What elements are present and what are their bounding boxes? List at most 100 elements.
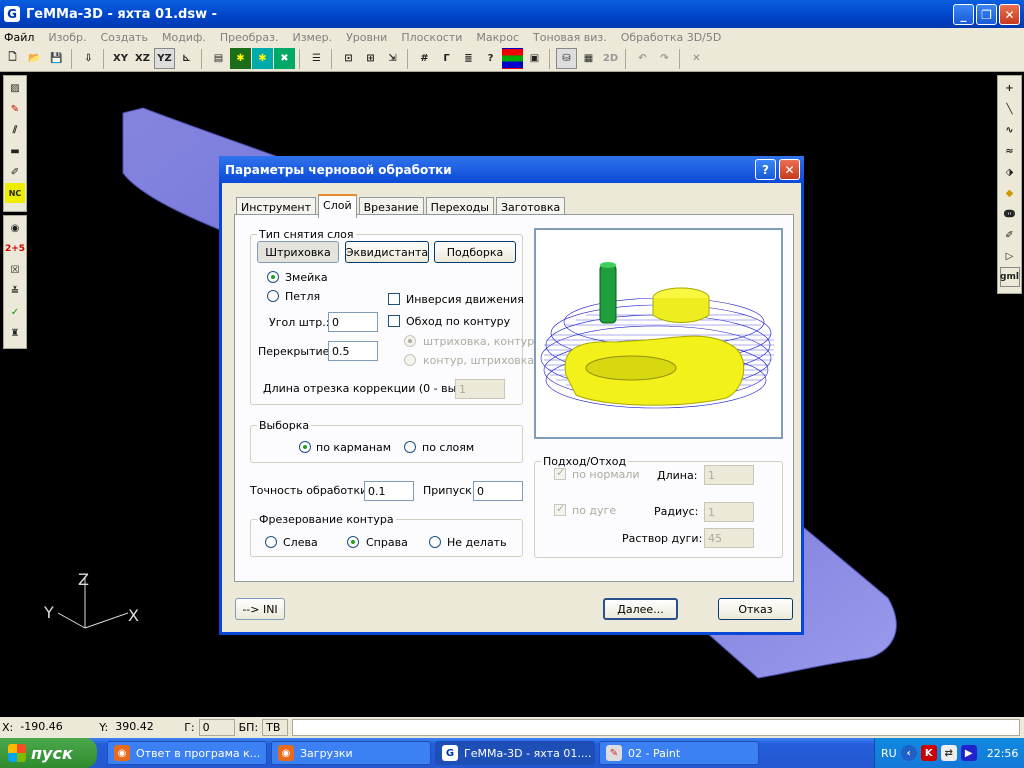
spline-icon[interactable]: ≈ bbox=[1000, 141, 1020, 161]
cancel-icon[interactable]: ✕ bbox=[686, 48, 707, 69]
taskbar-item-downloads[interactable]: ◉ Загрузки bbox=[271, 741, 431, 765]
menu-create[interactable]: Создать bbox=[100, 31, 148, 44]
radio-by-pockets[interactable] bbox=[299, 441, 311, 453]
output-icon[interactable]: ⇩ bbox=[78, 48, 99, 69]
grid-icon[interactable]: # bbox=[414, 48, 435, 69]
menu-levels[interactable]: Уровни bbox=[346, 31, 387, 44]
view-yz-button[interactable]: YZ bbox=[154, 48, 175, 69]
overlap-input[interactable] bbox=[328, 341, 378, 361]
next-button[interactable]: Далее... bbox=[603, 598, 678, 620]
zoom-out-icon[interactable]: ⇲ bbox=[382, 48, 403, 69]
brush-icon[interactable]: ✓ bbox=[5, 302, 25, 322]
menu-measure[interactable]: Измер. bbox=[292, 31, 332, 44]
angle-input[interactable] bbox=[328, 312, 378, 332]
view-2d-button[interactable]: 2D bbox=[600, 48, 621, 69]
render-light-icon[interactable]: ✱ bbox=[252, 48, 273, 69]
point-icon[interactable]: + bbox=[1000, 78, 1020, 98]
radio-loop[interactable] bbox=[267, 290, 279, 302]
menu-shading[interactable]: Тоновая виз. bbox=[533, 31, 607, 44]
document-icon[interactable]: ▤ bbox=[208, 48, 229, 69]
surface-icon[interactable]: ⬗ bbox=[1000, 162, 1020, 182]
menu-macro[interactable]: Макрос bbox=[476, 31, 519, 44]
equidistant-button[interactable]: Эквидистанта bbox=[345, 241, 429, 263]
radio-zigzag[interactable] bbox=[267, 271, 279, 283]
render-dark-icon[interactable]: ✱ bbox=[230, 48, 251, 69]
media-player-icon[interactable]: ▶ bbox=[960, 745, 977, 761]
view-xy-button[interactable]: XY bbox=[110, 48, 131, 69]
two-plus-five-button[interactable]: 2+5 bbox=[5, 239, 25, 259]
arc-angle-input[interactable] bbox=[704, 528, 754, 548]
radius-input[interactable] bbox=[704, 502, 754, 522]
precision-input[interactable] bbox=[364, 481, 414, 501]
menu-file[interactable]: Файл bbox=[4, 31, 34, 44]
layers-icon[interactable]: ☰ bbox=[306, 48, 327, 69]
redo-icon[interactable]: ↷ bbox=[654, 48, 675, 69]
multi-hatch-icon[interactable]: ⫽ bbox=[5, 120, 25, 140]
undo-icon[interactable]: ↶ bbox=[632, 48, 653, 69]
loop-icon[interactable]: ↈ bbox=[1000, 204, 1020, 224]
language-indicator[interactable]: RU bbox=[881, 747, 897, 760]
network-icon[interactable]: ⇄ bbox=[940, 745, 957, 761]
monitor-icon[interactable]: ▣ bbox=[524, 48, 545, 69]
allowance-input[interactable] bbox=[473, 481, 523, 501]
close-button[interactable]: ✕ bbox=[999, 4, 1020, 25]
solid-icon[interactable]: ▦ bbox=[578, 48, 599, 69]
cross-icon[interactable]: ☒ bbox=[5, 260, 25, 280]
taskbar-item-gemma[interactable]: G ГеММа-3D - яхта 01.... bbox=[435, 741, 595, 765]
hatch-icon[interactable]: ▨ bbox=[5, 78, 25, 98]
radio-hatch-contour[interactable] bbox=[404, 335, 416, 347]
start-button[interactable]: пуск bbox=[0, 738, 97, 768]
eye-icon[interactable]: ◉ bbox=[5, 218, 25, 238]
list-icon[interactable]: ≣ bbox=[458, 48, 479, 69]
cancel-button[interactable]: Отказ bbox=[718, 598, 793, 620]
tab-layer[interactable]: Слой bbox=[318, 194, 357, 218]
menu-modify[interactable]: Модиф. bbox=[162, 31, 206, 44]
radio-none[interactable] bbox=[429, 536, 441, 548]
menu-machining[interactable]: Обработка 3D/5D bbox=[621, 31, 722, 44]
radio-right[interactable] bbox=[347, 536, 359, 548]
tool-icon[interactable]: ♜ bbox=[5, 323, 25, 343]
ruler-icon[interactable]: ▬ bbox=[5, 141, 25, 161]
menu-planes[interactable]: Плоскости bbox=[401, 31, 462, 44]
menu-image[interactable]: Изобр. bbox=[48, 31, 86, 44]
view-xz-button[interactable]: XZ bbox=[132, 48, 153, 69]
curve-icon[interactable]: ∿ bbox=[1000, 120, 1020, 140]
dialog-help-button[interactable]: ? bbox=[755, 159, 776, 180]
nc-icon[interactable]: NC bbox=[5, 183, 25, 203]
hatching-button[interactable]: Штриховка bbox=[257, 241, 339, 263]
radio-by-layers[interactable] bbox=[404, 441, 416, 453]
open-file-icon[interactable]: 📂 bbox=[24, 48, 45, 69]
shaded-surface-icon[interactable]: ◆ bbox=[1000, 183, 1020, 203]
arc-checkbox[interactable] bbox=[554, 502, 566, 516]
inversion-checkbox[interactable] bbox=[388, 293, 400, 305]
restore-button[interactable]: ❐ bbox=[976, 4, 997, 25]
save-icon[interactable]: 💾 bbox=[46, 48, 67, 69]
cylinder-icon[interactable]: ⛁ bbox=[556, 48, 577, 69]
normal-checkbox[interactable] bbox=[554, 466, 566, 480]
radio-contour-hatch[interactable] bbox=[404, 354, 416, 366]
pickup-button[interactable]: Подборка bbox=[434, 241, 516, 263]
line-icon[interactable]: ╲ bbox=[1000, 99, 1020, 119]
new-file-icon[interactable]: 🗋 bbox=[2, 48, 23, 69]
correction-input[interactable] bbox=[455, 379, 505, 399]
taskbar-item-reply[interactable]: ◉ Ответ в програма к... bbox=[107, 741, 267, 765]
dialog-close-button[interactable]: ✕ bbox=[779, 159, 800, 180]
ini-button[interactable]: --> INI bbox=[235, 598, 285, 620]
tray-expand-icon[interactable]: ‹ bbox=[900, 745, 917, 761]
zoom-all-icon[interactable]: ⊞ bbox=[360, 48, 381, 69]
stack-icon[interactable]: ≚ bbox=[5, 281, 25, 301]
axes-icon[interactable]: ⊾ bbox=[176, 48, 197, 69]
antivirus-icon[interactable]: K bbox=[920, 745, 937, 761]
menu-transform[interactable]: Преобраз. bbox=[220, 31, 279, 44]
taskbar-item-paint[interactable]: ✎ 02 - Paint bbox=[599, 741, 759, 765]
length-input[interactable] bbox=[704, 465, 754, 485]
radio-left[interactable] bbox=[265, 536, 277, 548]
brush-tool-icon[interactable]: ✐ bbox=[1000, 225, 1020, 245]
pin-icon[interactable]: ✐ bbox=[5, 162, 25, 182]
zoom-window-icon[interactable]: ⊡ bbox=[338, 48, 359, 69]
help-cursor-icon[interactable]: ? bbox=[480, 48, 501, 69]
colors-icon[interactable] bbox=[502, 48, 523, 69]
contour-checkbox[interactable] bbox=[388, 315, 400, 327]
gml-button[interactable]: gml bbox=[999, 267, 1020, 287]
render-mixed-icon[interactable]: ✖ bbox=[274, 48, 295, 69]
